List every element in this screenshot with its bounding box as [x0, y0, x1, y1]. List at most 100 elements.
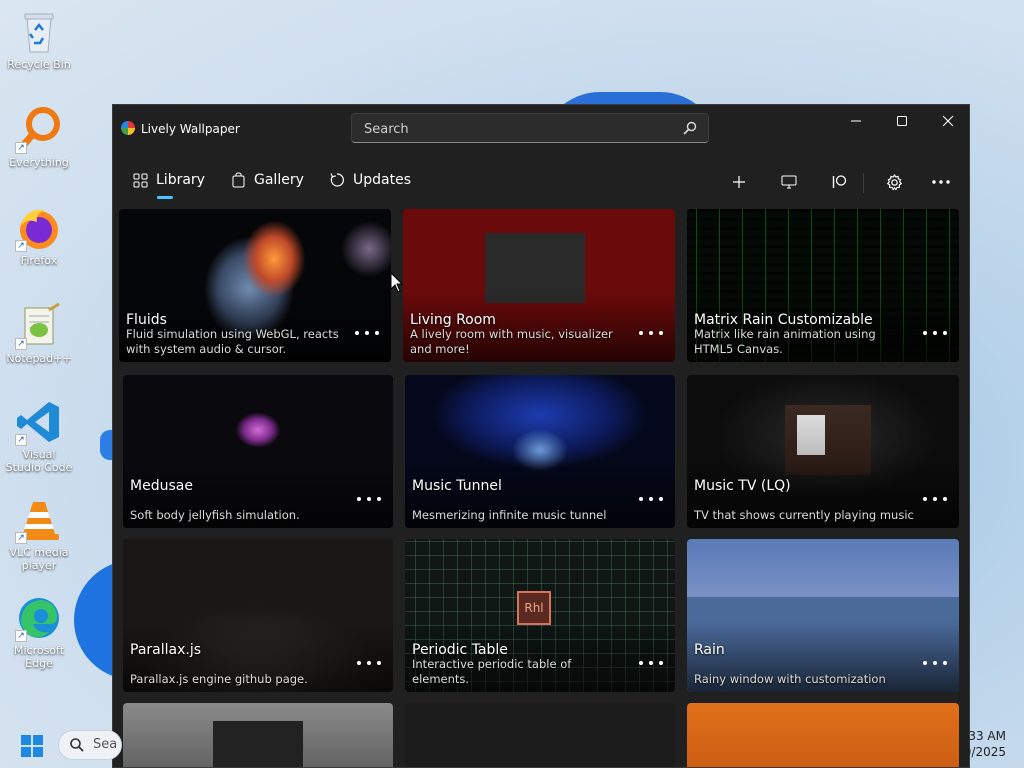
wallpaper-description: A lively room with music, visualizer and… [410, 327, 613, 356]
wallpaper-description: TV that shows currently playing music [694, 508, 914, 522]
wallpaper-title: Rain [694, 642, 725, 658]
wallpaper-card-parallax[interactable]: Parallax.js Parallax.js engine github pa… [123, 539, 393, 692]
windows-start-icon[interactable] [20, 734, 44, 758]
card-more-options-button[interactable] [357, 492, 381, 506]
wallpaper-title: Periodic Table [412, 642, 508, 658]
add-icon [733, 176, 745, 188]
wallpaper-title: Parallax.js [130, 642, 202, 658]
toolbar-divider [863, 173, 864, 193]
wallpaper-description: Rainy window with customization [694, 672, 886, 686]
wallpaper-card-rain[interactable]: Rain Rainy window with customization [687, 539, 959, 692]
window-title: Lively Wallpaper [141, 122, 240, 136]
wallpaper-title: Music TV (LQ) [694, 478, 791, 494]
card-more-options-button[interactable] [357, 656, 381, 670]
desktop-icon-notepad-plus-plus[interactable]: ↗ Notepad++ [4, 302, 74, 365]
search-icon[interactable] [682, 120, 698, 136]
more-options-icon [932, 180, 950, 184]
recycle-bin-icon [15, 8, 63, 56]
desktop-icon-label: VLC media player [9, 546, 69, 572]
wallpaper-thumbnail [687, 703, 959, 767]
library-grid-icon [133, 173, 148, 187]
card-more-options-button[interactable] [639, 656, 663, 670]
tab-gallery[interactable]: Gallery [231, 165, 304, 195]
tab-library[interactable]: Library [133, 165, 205, 199]
monitor-icon [781, 175, 797, 189]
wallpaper-card-music-tv[interactable]: Music TV (LQ) TV that shows currently pl… [687, 375, 959, 528]
screen-layout-button[interactable] [774, 167, 804, 197]
desktop-icon-vscode[interactable]: ↗ Visual Studio Code [4, 398, 74, 474]
patreon-button[interactable] [824, 167, 854, 197]
tab-gallery-label: Gallery [254, 172, 304, 188]
shortcut-arrow-icon: ↗ [15, 532, 27, 544]
desktop-icon-label: Visual Studio Code [5, 448, 73, 474]
maximize-icon [897, 116, 907, 126]
selected-tab-indicator [157, 196, 173, 199]
wallpaper-card[interactable] [405, 703, 675, 767]
desktop-icon-label: Everything [9, 156, 69, 169]
card-more-options-button[interactable] [355, 326, 379, 340]
desktop-icon-label: Microsoft Edge [13, 644, 65, 670]
title-bar[interactable]: Lively Wallpaper [113, 105, 969, 151]
card-more-options-button[interactable] [923, 656, 947, 670]
desktop-icon-recycle-bin[interactable]: Recycle Bin [4, 8, 74, 71]
wallpaper-card-periodic-table[interactable]: Rhl Periodic Table Interactive periodic … [405, 539, 675, 692]
wallpaper-card-living-room[interactable]: Living Room A lively room with music, vi… [403, 209, 675, 362]
wallpaper-card-fluids[interactable]: Fluids Fluid simulation using WebGL, rea… [119, 209, 391, 362]
wallpaper-card[interactable] [123, 703, 393, 767]
vscode-icon: ↗ [15, 398, 63, 446]
desktop-icon-firefox[interactable]: ↗ Firefox [4, 204, 74, 267]
tab-updates-label: Updates [353, 172, 411, 188]
everything-search-icon: ↗ [15, 106, 63, 154]
wallpaper-description: Mesmerizing infinite music tunnel [412, 508, 607, 522]
close-button[interactable] [925, 105, 969, 137]
wallpaper-description: Parallax.js engine github page. [130, 672, 308, 686]
card-more-options-button[interactable] [639, 326, 663, 340]
lively-wallpaper-window: Lively Wallpaper Library [112, 104, 970, 768]
taskbar-clock[interactable]: 33 AM 9/2025 [964, 728, 1006, 760]
notepad-plus-plus-icon: ↗ [15, 302, 63, 350]
wallpaper-thumbnail [405, 703, 675, 767]
search-input[interactable] [362, 120, 666, 138]
search-icon [70, 738, 84, 752]
gallery-bag-icon [232, 172, 245, 188]
desktop-icon-vlc[interactable]: ↗ VLC media player [4, 496, 74, 572]
navigation-bar: Library Gallery Updates [113, 157, 969, 201]
wallpaper-title: Matrix Rain Customizable [694, 312, 873, 328]
taskbar-search[interactable]: Sea [58, 730, 122, 760]
search-box[interactable] [351, 113, 709, 143]
settings-button[interactable] [879, 167, 909, 197]
wallpaper-description: Soft body jellyfish simulation. [130, 508, 300, 522]
add-wallpaper-button[interactable] [724, 167, 754, 197]
firefox-icon: ↗ [15, 204, 63, 252]
wallpaper-card-matrix-rain[interactable]: Matrix Rain Customizable Matrix like rai… [687, 209, 959, 362]
shortcut-arrow-icon: ↗ [15, 434, 27, 446]
tab-updates[interactable]: Updates [329, 165, 411, 195]
wallpaper-card-music-tunnel[interactable]: Music Tunnel Mesmerizing infinite music … [405, 375, 675, 528]
desktop-icon-edge[interactable]: ↗ Microsoft Edge [4, 594, 74, 670]
desktop-icon-label: Firefox [20, 254, 58, 267]
app-logo-icon [121, 121, 135, 135]
wallpaper-card-medusae[interactable]: Medusae Soft body jellyfish simulation. [123, 375, 393, 528]
desktop-icon-everything[interactable]: ↗ Everything [4, 106, 74, 169]
wallpaper-title: Fluids [126, 312, 167, 328]
wallpaper-card[interactable] [687, 703, 959, 767]
patreon-icon [832, 175, 847, 188]
mouse-cursor-icon [390, 272, 404, 293]
more-options-button[interactable] [926, 167, 956, 197]
card-more-options-button[interactable] [923, 326, 947, 340]
edge-icon: ↗ [15, 594, 63, 642]
settings-gear-icon [886, 173, 902, 191]
desktop-icon-label: Recycle Bin [7, 58, 71, 71]
maximize-button[interactable] [879, 105, 925, 137]
clock-date: 9/2025 [963, 745, 1006, 759]
element-symbol: Rhl [524, 601, 544, 615]
wallpaper-description: Fluid simulation using WebGL, reacts wit… [126, 327, 339, 356]
vlc-icon: ↗ [15, 496, 63, 544]
updates-refresh-icon [330, 173, 344, 187]
minimize-icon [851, 120, 861, 122]
minimize-button[interactable] [833, 105, 879, 137]
card-more-options-button[interactable] [639, 492, 663, 506]
card-more-options-button[interactable] [923, 492, 947, 506]
shortcut-arrow-icon: ↗ [15, 142, 27, 154]
wallpaper-title: Music Tunnel [412, 478, 502, 494]
